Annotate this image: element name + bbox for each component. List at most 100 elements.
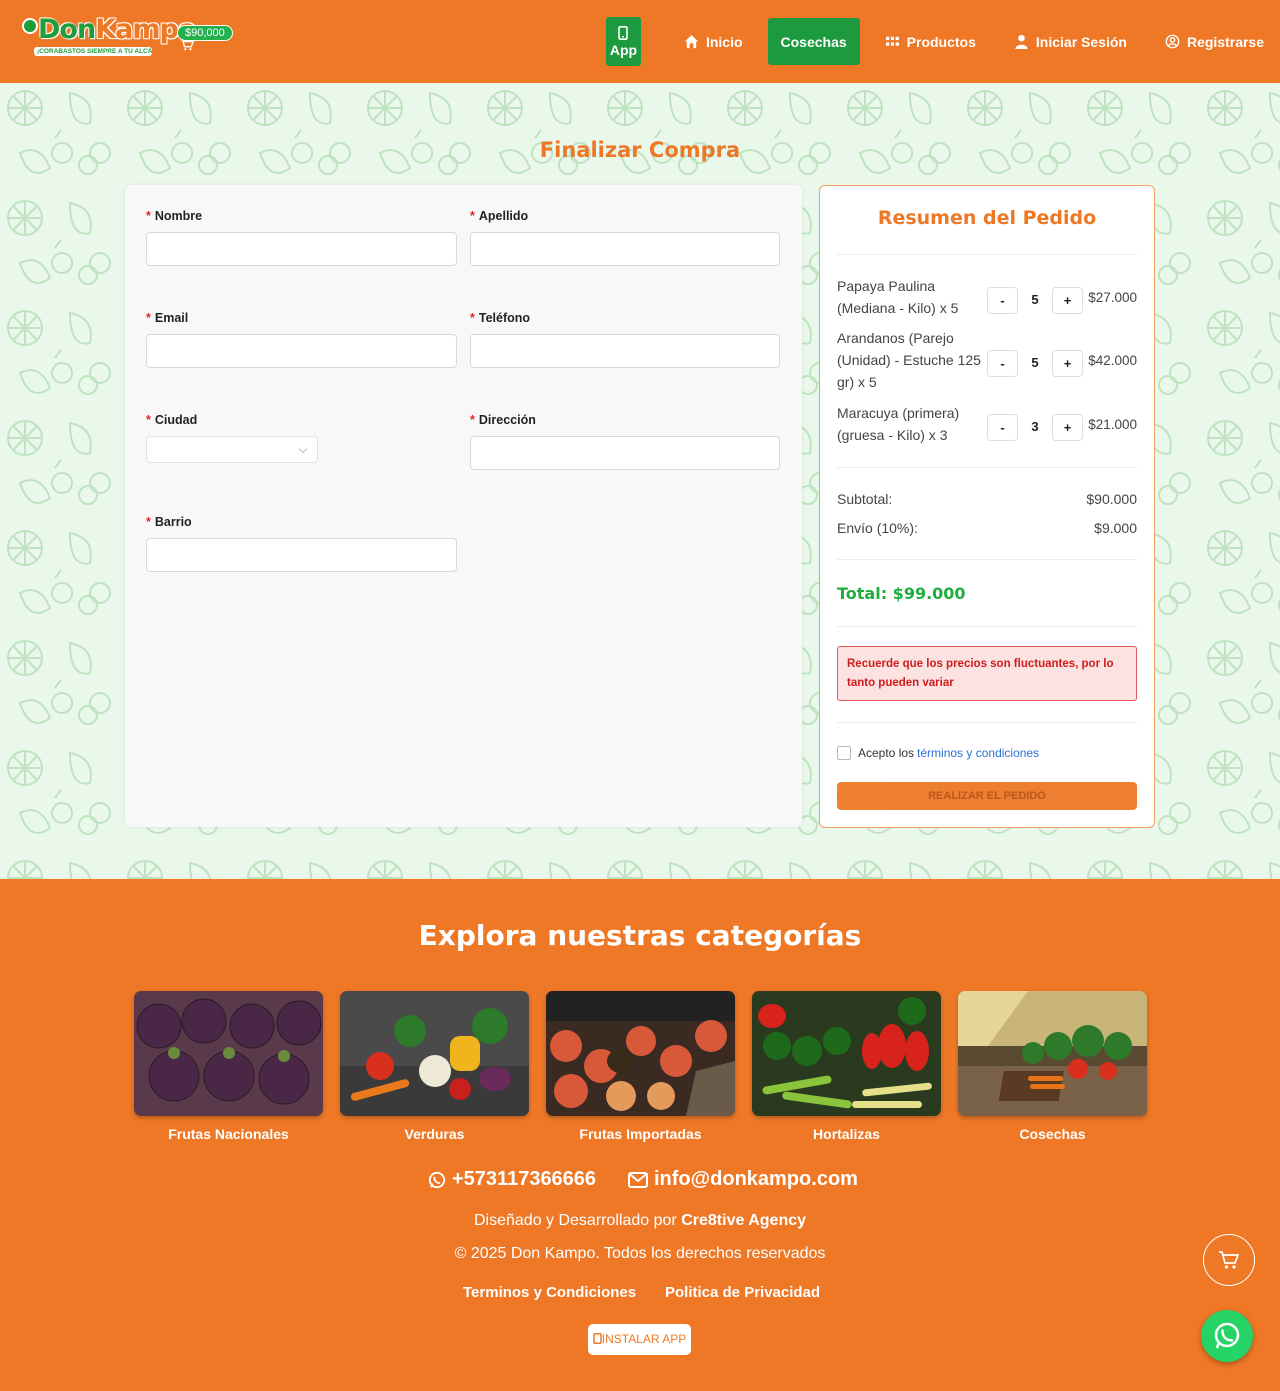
direccion-label: * Dirección: [470, 413, 780, 427]
apellido-label-text: Apellido: [478, 209, 529, 223]
list-item: Arandanos (Parejo (Unidad) - Estuche 125…: [837, 327, 1137, 393]
apellido-label: * Apellido: [470, 209, 780, 223]
ciudad-label: * Ciudad: [146, 413, 457, 427]
required-mark: *: [146, 209, 151, 223]
nav-app-label: App: [609, 41, 638, 58]
categories-title: Explora nuestras categorías: [418, 919, 862, 952]
phone-link[interactable]: +573117366666: [428, 1168, 596, 1191]
phone-icon: [618, 25, 629, 40]
item-price: $21.000: [1088, 417, 1137, 432]
header-cart[interactable]: $90,000: [177, 23, 233, 51]
nombre-label: * Nombre: [146, 209, 457, 223]
list-item: Maracuya (primera) (gruesa - Kilo) x 3 -…: [837, 402, 1137, 446]
logo-tagline: ¡CORABASTOS SIEMPRE A TU ALCANCE!: [34, 47, 152, 56]
phone-icon: [593, 1333, 602, 1344]
cart-icon: [181, 39, 194, 51]
required-mark: *: [146, 311, 151, 325]
place-order-button[interactable]: REALIZAR EL PEDIDO: [837, 782, 1137, 810]
terms-link[interactable]: términos y condiciones: [917, 746, 1039, 760]
category-label: Frutas Importadas: [579, 1126, 702, 1142]
divider: [837, 467, 1137, 468]
whatsapp-icon: [428, 1171, 446, 1188]
item-qty: 5: [1031, 292, 1039, 307]
home-icon: [684, 34, 699, 49]
email-label: * Email: [146, 311, 457, 325]
nav-register[interactable]: Registrarse: [1165, 34, 1264, 50]
order-summary: Resumen del Pedido Papaya Paulina (Media…: [819, 185, 1155, 828]
category-image: [134, 991, 323, 1116]
ciudad-select[interactable]: [146, 436, 318, 463]
logo-fruit-icon: [22, 18, 38, 34]
whatsapp-float-button[interactable]: [1201, 1310, 1253, 1362]
terms-checkbox[interactable]: [837, 746, 851, 760]
nombre-input[interactable]: [146, 232, 457, 266]
install-app-label: INSTALAR APP: [601, 1332, 687, 1346]
field-email: * Email: [146, 311, 457, 368]
item-name: Papaya Paulina (Mediana - Kilo) x 5: [837, 278, 959, 316]
credit-agency-link[interactable]: Cre8tive Agency: [681, 1212, 806, 1229]
required-mark: *: [470, 209, 475, 223]
item-qty: 5: [1031, 355, 1039, 370]
nav-app-button[interactable]: App: [605, 17, 641, 66]
site-header: DonKampo ¡CORABASTOS SIEMPRE A TU ALCANC…: [0, 0, 1280, 83]
nav-register-label: Registrarse: [1186, 33, 1264, 50]
direccion-label-text: Dirección: [478, 413, 536, 427]
category-card-frutas-importadas[interactable]: Frutas Importadas: [546, 991, 735, 1142]
site-footer: Explora nuestras categorías Frutas Nacio…: [0, 879, 1280, 1391]
divider: [837, 559, 1137, 560]
credit-prefix: Diseñado y Desarrollado por: [473, 1212, 677, 1229]
install-app-button[interactable]: INSTALAR APP: [588, 1324, 691, 1355]
email-input[interactable]: [146, 334, 457, 368]
nav-login[interactable]: Iniciar Sesión: [1014, 34, 1127, 50]
field-ciudad: * Ciudad: [146, 413, 457, 463]
floating-cart-button[interactable]: [1203, 1234, 1255, 1286]
decrease-qty-button[interactable]: -: [987, 350, 1018, 377]
nav-cosechas[interactable]: Cosechas: [767, 18, 860, 65]
checkout-form: * Nombre * Apellido * Email * Teléfono * Ciud…: [125, 185, 802, 827]
telefono-label: * Teléfono: [470, 311, 780, 325]
nav-productos[interactable]: Productos: [885, 34, 976, 50]
shipping-value: $9.000: [1094, 520, 1137, 536]
shipping-label: Envío (10%):: [837, 520, 918, 536]
nombre-label-text: Nombre: [154, 209, 203, 223]
increase-qty-button[interactable]: +: [1052, 350, 1083, 377]
phone-text: +573117366666: [452, 1168, 597, 1190]
item-price: $27.000: [1088, 290, 1137, 305]
email-link[interactable]: info@donkampo.com: [628, 1168, 858, 1191]
category-image: [340, 991, 529, 1116]
envelope-icon: [628, 1171, 648, 1188]
barrio-label: * Barrio: [146, 515, 457, 529]
price-warning-alert: Recuerde que los precios son fluctuantes…: [837, 646, 1137, 701]
user-circle-icon: [1165, 34, 1180, 49]
telefono-label-text: Teléfono: [478, 311, 531, 325]
category-card-verduras[interactable]: Verduras: [340, 991, 529, 1142]
required-mark: *: [146, 413, 151, 427]
copyright-text: © 2025 Don Kampo. Todos los derechos res…: [454, 1245, 826, 1262]
order-total: Total: $99.000: [837, 584, 966, 603]
category-card-cosechas[interactable]: Cosechas: [958, 991, 1147, 1142]
summary-title: Resumen del Pedido: [877, 207, 1097, 229]
decrease-qty-button[interactable]: -: [987, 414, 1018, 441]
logo-wordmark: DonKampo: [22, 14, 196, 46]
subtotal-label: Subtotal:: [837, 491, 893, 507]
category-card-hortalizas[interactable]: Hortalizas: [752, 991, 941, 1142]
nav-inicio[interactable]: Inicio: [684, 34, 743, 50]
divider: [837, 626, 1137, 627]
item-qty: 3: [1031, 419, 1039, 434]
required-mark: *: [470, 413, 475, 427]
barrio-input[interactable]: [146, 538, 457, 572]
apellido-input[interactable]: [470, 232, 780, 266]
field-nombre: * Nombre: [146, 209, 457, 266]
terms-footer-link[interactable]: Terminos y Condiciones: [463, 1284, 636, 1301]
increase-qty-button[interactable]: +: [1052, 414, 1083, 441]
required-mark: *: [146, 515, 151, 529]
direccion-input[interactable]: [470, 436, 780, 470]
field-apellido: * Apellido: [470, 209, 780, 266]
decrease-qty-button[interactable]: -: [987, 287, 1018, 314]
privacy-footer-link[interactable]: Politica de Privacidad: [665, 1284, 820, 1301]
increase-qty-button[interactable]: +: [1052, 287, 1083, 314]
category-card-frutas-nacionales[interactable]: Frutas Nacionales: [134, 991, 323, 1142]
telefono-input[interactable]: [470, 334, 780, 368]
user-icon: [1015, 34, 1028, 49]
logo[interactable]: DonKampo ¡CORABASTOS SIEMPRE A TU ALCANC…: [22, 14, 196, 60]
